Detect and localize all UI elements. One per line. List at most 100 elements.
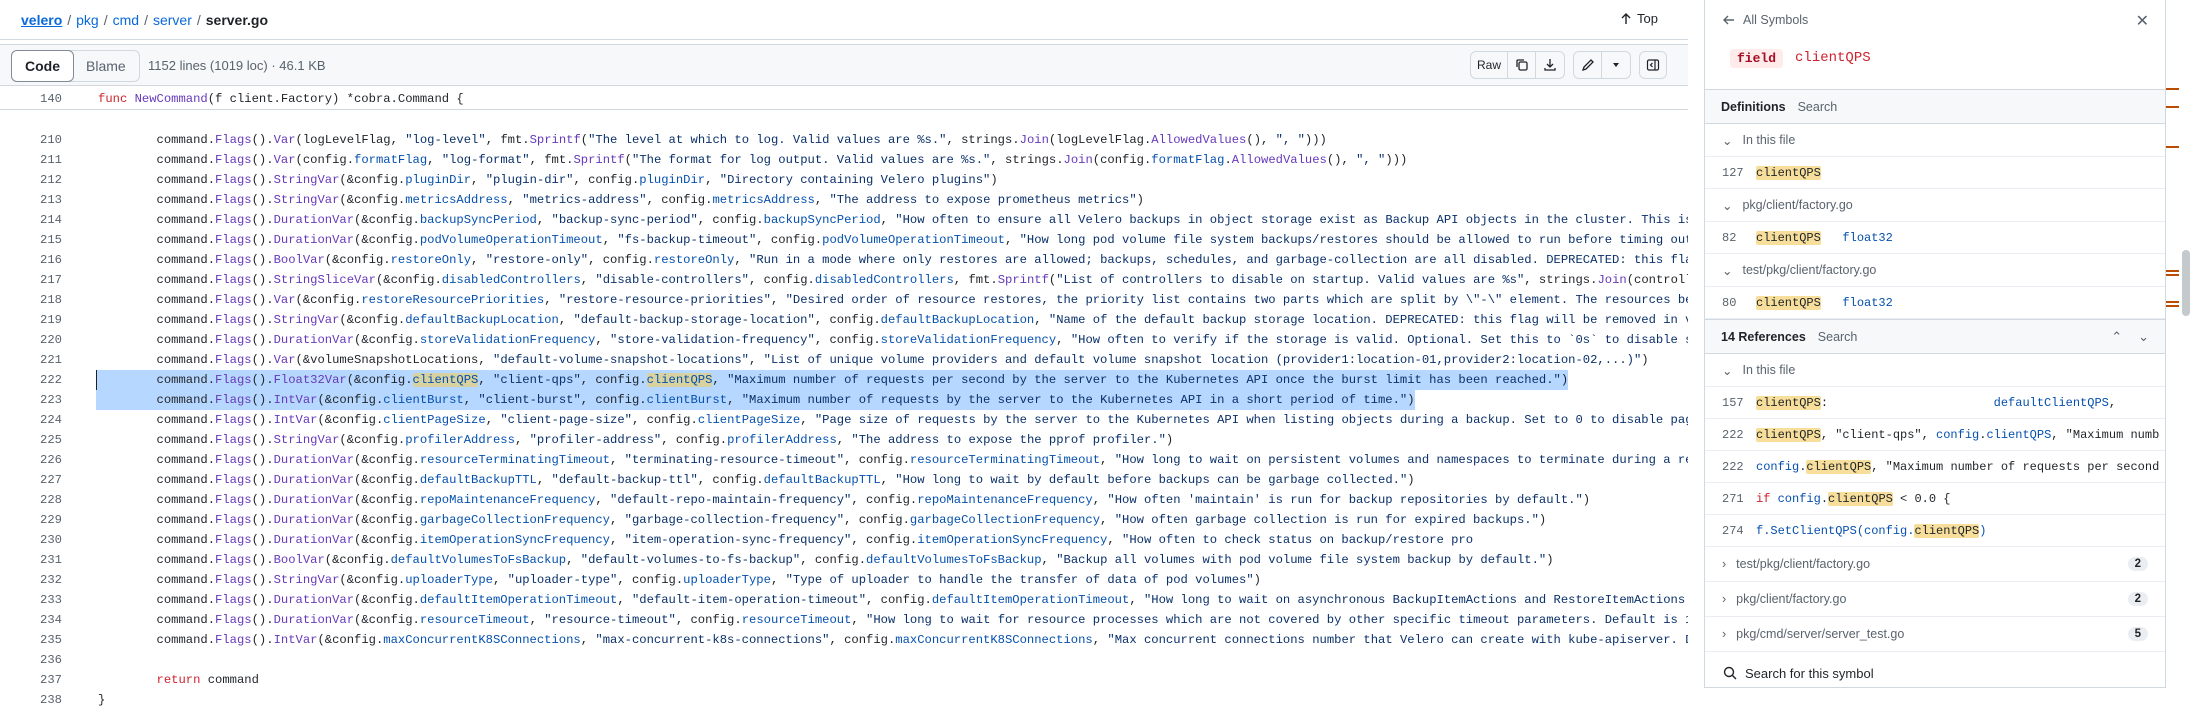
code-line[interactable]: 216 command. Flags (). BoolVar (&config. rest…: [0, 250, 1688, 270]
line-number[interactable]: 214: [0, 213, 62, 227]
line-number[interactable]: 227: [0, 473, 62, 487]
symbol-match[interactable]: clientQPS: [1806, 459, 1872, 474]
line-number[interactable]: 234: [0, 613, 62, 627]
code-line[interactable]: 210 command. Flags (). Var (logLevelFlag, "l…: [0, 130, 1688, 150]
code-line[interactable]: 237 return command: [0, 670, 1688, 690]
line-number[interactable]: 229: [0, 513, 62, 527]
symbol-match[interactable]: clientQPS: [1756, 427, 1821, 442]
line-number[interactable]: 210: [0, 133, 62, 147]
line-number[interactable]: 215: [0, 233, 62, 247]
line-number[interactable]: 226: [0, 453, 62, 467]
line-number[interactable]: 223: [0, 393, 62, 407]
definition-group[interactable]: ⌄ In this file: [1705, 124, 2165, 157]
chevron-down-icon[interactable]: ⌄: [2138, 329, 2149, 345]
code-line[interactable]: 232 command. Flags (). StringVar (&config. up…: [0, 570, 1688, 590]
all-symbols-back-link[interactable]: All Symbols: [1705, 0, 2165, 40]
breadcrumb-pkg-link[interactable]: pkg: [76, 12, 99, 28]
code-line[interactable]: 235 command. Flags (). IntVar (&config. maxCo…: [0, 630, 1688, 650]
symbol-match[interactable]: clientQPS: [1756, 395, 1821, 410]
reference-group[interactable]: › pkg/cmd/server/server_test.go 5: [1705, 617, 2165, 652]
line-number[interactable]: 218: [0, 293, 62, 307]
symbol-match[interactable]: clientQPS: [646, 373, 713, 387]
reference-group[interactable]: › pkg/client/factory.go 2: [1705, 582, 2165, 617]
line-number[interactable]: 213: [0, 193, 62, 207]
line-number[interactable]: 232: [0, 573, 62, 587]
code-line[interactable]: 212 command. Flags (). StringVar (&config. pl…: [0, 170, 1688, 190]
line-number[interactable]: 230: [0, 533, 62, 547]
line-number[interactable]: 237: [0, 673, 62, 687]
code-line[interactable]: 223 command. Flags (). IntVar (&config. clien…: [0, 390, 1688, 410]
breadcrumb-server-link[interactable]: server: [153, 12, 192, 28]
line-number[interactable]: 212: [0, 173, 62, 187]
line-number[interactable]: 216: [0, 253, 62, 267]
definition-group[interactable]: ⌄ pkg/client/factory.go: [1705, 189, 2165, 222]
code-line[interactable]: 231 command. Flags (). BoolVar (&config. defa…: [0, 550, 1688, 570]
code-line[interactable]: 227 command. Flags (). DurationVar (&config.…: [0, 470, 1688, 490]
line-number[interactable]: 221: [0, 353, 62, 367]
definition-row[interactable]: 82 clientQPS float32: [1705, 222, 2165, 254]
page-scrollbar-thumb[interactable]: [2182, 250, 2190, 316]
code-line[interactable]: [0, 110, 1688, 130]
code-tab[interactable]: Code: [11, 50, 74, 82]
line-number[interactable]: 220: [0, 333, 62, 347]
code-view[interactable]: 140 func NewCommand(f client.Factory) *c…: [0, 88, 1688, 716]
code-line[interactable]: 218 command. Flags (). Var (&config. restoreR…: [0, 290, 1688, 310]
code-line[interactable]: 230 command. Flags (). DurationVar (&config.…: [0, 530, 1688, 550]
breadcrumb-cmd-link[interactable]: cmd: [113, 12, 139, 28]
definition-row[interactable]: 127 clientQPS: [1705, 157, 2165, 189]
code-line[interactable]: 234 command. Flags (). DurationVar (&config.…: [0, 610, 1688, 630]
symbol-match[interactable]: clientQPS: [1828, 491, 1893, 506]
line-number[interactable]: 140: [0, 92, 62, 106]
code-line[interactable]: 225 command. Flags (). StringVar (&config. pr…: [0, 430, 1688, 450]
symbol-match[interactable]: clientQPS: [1914, 523, 1980, 538]
code-line[interactable]: 238}: [0, 690, 1688, 710]
code-line[interactable]: 233 command. Flags (). DurationVar (&config.…: [0, 590, 1688, 610]
chevron-up-icon[interactable]: ⌃: [2111, 329, 2122, 345]
sticky-function-header[interactable]: 140 func NewCommand(f client.Factory) *c…: [0, 88, 1688, 110]
download-button[interactable]: [1536, 52, 1564, 78]
symbol-match[interactable]: clientQPS: [1756, 230, 1821, 245]
search-for-symbol-button[interactable]: Search for this symbol: [1705, 652, 2165, 694]
references-search-link[interactable]: Search: [1818, 330, 1858, 344]
reference-group[interactable]: › test/pkg/client/factory.go 2: [1705, 547, 2165, 582]
top-button[interactable]: Top: [1620, 11, 1658, 26]
line-number[interactable]: 217: [0, 273, 62, 287]
line-number[interactable]: 231: [0, 553, 62, 567]
code-line[interactable]: 220 command. Flags (). DurationVar (&config.…: [0, 330, 1688, 350]
symbol-match[interactable]: clientQPS: [412, 373, 479, 387]
reference-row[interactable]: 157 clientQPS: defaultClientQPS,: [1705, 387, 2165, 419]
breadcrumb-repo-link[interactable]: velero: [21, 12, 62, 28]
edit-dropdown-button[interactable]: [1602, 52, 1630, 78]
toggle-symbols-panel-button[interactable]: [1639, 51, 1667, 79]
line-number[interactable]: 225: [0, 433, 62, 447]
definition-group[interactable]: ⌄ test/pkg/client/factory.go: [1705, 254, 2165, 287]
line-number[interactable]: 238: [0, 693, 62, 707]
raw-button[interactable]: Raw: [1471, 52, 1508, 78]
symbol-match[interactable]: clientQPS: [1756, 295, 1821, 310]
code-line[interactable]: 217 command. Flags (). StringSliceVar (&conf…: [0, 270, 1688, 290]
line-number[interactable]: 211: [0, 153, 62, 167]
line-number[interactable]: 224: [0, 413, 62, 427]
code-line[interactable]: 229 command. Flags (). DurationVar (&config.…: [0, 510, 1688, 530]
code-line[interactable]: 219 command. Flags (). StringVar (&config. de…: [0, 310, 1688, 330]
code-line[interactable]: 214 command. Flags (). DurationVar (&config.…: [0, 210, 1688, 230]
line-number[interactable]: 228: [0, 493, 62, 507]
code-line[interactable]: 228 command. Flags (). DurationVar (&config.…: [0, 490, 1688, 510]
blame-tab[interactable]: Blame: [73, 51, 139, 81]
reference-row[interactable]: 222 clientQPS, "client-qps", config. clien…: [1705, 419, 2165, 451]
symbol-match[interactable]: clientQPS: [1756, 165, 1821, 180]
definitions-search-link[interactable]: Search: [1798, 100, 1838, 114]
line-number[interactable]: 222: [0, 373, 62, 387]
definition-row[interactable]: 80 clientQPS float32: [1705, 287, 2165, 319]
code-line[interactable]: 215 command. Flags (). DurationVar (&config.…: [0, 230, 1688, 250]
close-icon[interactable]: ✕: [2136, 11, 2149, 31]
reference-row[interactable]: 274 f.SetClientQPS (config. clientQPS): [1705, 515, 2165, 547]
line-number[interactable]: 236: [0, 653, 62, 667]
code-line[interactable]: 226 command. Flags (). DurationVar (&config.…: [0, 450, 1688, 470]
code-line[interactable]: 224 command. Flags (). IntVar (&config. clien…: [0, 410, 1688, 430]
reference-row[interactable]: 271 if config. clientQPS < 0.0 {: [1705, 483, 2165, 515]
code-line[interactable]: 236: [0, 650, 1688, 670]
edit-button[interactable]: [1574, 52, 1602, 78]
code-line[interactable]: 211 command. Flags (). Var (config. formatFla…: [0, 150, 1688, 170]
code-line[interactable]: 213 command. Flags (). StringVar (&config. me…: [0, 190, 1688, 210]
